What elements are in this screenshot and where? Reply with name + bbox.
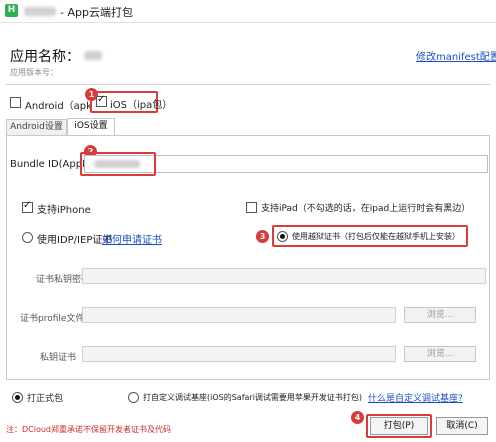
- cert-idp-radio[interactable]: [22, 232, 33, 243]
- build-formal-label: 打正式包: [27, 394, 64, 404]
- title-divider: [0, 22, 496, 23]
- ios-label: iOS（ipa包）: [110, 100, 173, 111]
- step-badge-4: 4: [351, 411, 364, 424]
- build-button[interactable]: 打包(P): [370, 417, 428, 435]
- private-cert-label: 私钥证书: [40, 353, 77, 363]
- ios-checkbox[interactable]: [96, 94, 107, 107]
- window-title: - App云端打包: [60, 6, 133, 19]
- cert-jailbreak-label: 使用越狱证书（打包后仅能在越狱手机上安装）: [292, 232, 460, 241]
- tab-android-settings[interactable]: Android设置: [6, 119, 67, 135]
- android-label: Android（apk: [25, 101, 92, 112]
- build-custom-radio[interactable]: [128, 392, 139, 403]
- step-badge-3: 3: [256, 230, 269, 243]
- iphone-checkbox[interactable]: [22, 200, 33, 213]
- header-divider: [6, 84, 490, 85]
- build-formal-radio[interactable]: [12, 392, 23, 403]
- app-name-label: 应用名称：: [10, 49, 80, 65]
- redacted-app-name: [84, 51, 102, 60]
- private-cert-input[interactable]: [82, 346, 396, 362]
- edit-manifest-link[interactable]: 修改manifest配置: [416, 48, 496, 63]
- redacted-project-name: [24, 7, 56, 16]
- custom-base-help-link[interactable]: 什么是自定义调试基座?: [368, 391, 463, 404]
- highlight-box-bundle-id: [80, 152, 156, 176]
- how-to-apply-cert-link[interactable]: 如何申请证书: [102, 231, 162, 246]
- ipad-checkbox[interactable]: [246, 202, 257, 213]
- tab-ios-settings[interactable]: iOS设置: [67, 118, 115, 135]
- profile-file-input[interactable]: [82, 307, 396, 323]
- profile-browse-button[interactable]: 浏览...: [404, 307, 476, 323]
- footer-note: 注：DCloud郑重承诺不保留开发者证书及代码: [6, 425, 172, 434]
- hbuilder-logo-icon: H: [5, 4, 18, 17]
- android-checkbox[interactable]: [10, 97, 21, 108]
- iphone-label: 支持iPhone: [37, 205, 91, 216]
- key-password-input[interactable]: [82, 268, 486, 284]
- app-version-label: 应用版本号：: [10, 68, 58, 77]
- private-cert-browse-button[interactable]: 浏览...: [404, 346, 476, 362]
- build-custom-label: 打自定义调试基座(iOS的Safari调试需要用苹果开发证书打包): [143, 393, 363, 402]
- cancel-button[interactable]: 取消(C): [436, 417, 488, 435]
- cert-jailbreak-radio[interactable]: [277, 231, 288, 242]
- profile-file-label: 证书profile文件: [20, 314, 85, 324]
- ipad-label: 支持iPad（不勾选的话，在ipad上运行时会有黑边）: [261, 204, 471, 214]
